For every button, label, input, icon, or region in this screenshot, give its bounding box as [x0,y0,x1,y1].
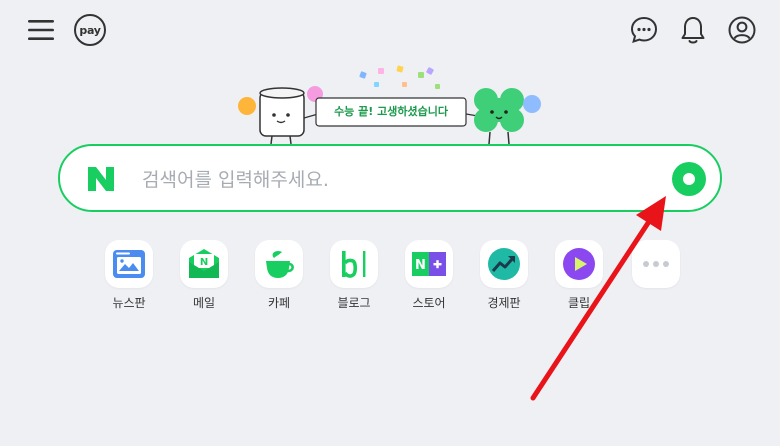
service-more[interactable] [618,240,694,288]
pay-label: pay [79,23,101,37]
search-input[interactable] [140,162,644,198]
svg-text:N: N [200,257,208,268]
search-circle-icon [683,173,695,185]
svg-text:N: N [415,258,426,273]
menu-icon[interactable] [26,16,56,44]
mail-icon: N [189,249,219,278]
service-cafe[interactable]: 카페 [241,240,317,311]
service-cafe-label: 카페 [267,296,291,310]
service-blog-label: 블로그 [337,296,371,310]
service-mail[interactable]: N 메일 [166,240,242,311]
notification-bell-icon[interactable] [677,14,709,46]
service-mail-label: 메일 [192,296,216,310]
service-finance[interactable]: 경제판 [466,240,542,311]
service-store[interactable]: N 스토어 [391,240,467,311]
naver-logo-icon [86,166,116,192]
finance-chart-icon [488,248,520,280]
service-blog[interactable]: 블로그 [316,240,392,311]
service-news[interactable]: 뉴스판 [91,240,167,311]
doodle-banner-text: 수능 끝! 고생하셨습니다 [334,105,448,118]
service-news-label: 뉴스판 [112,296,146,310]
doodle-banner[interactable]: 수능 끝! 고생하셨습니다 [230,60,550,144]
service-clip-label: 클립 [567,296,591,310]
search-box[interactable] [58,144,722,212]
profile-icon[interactable] [726,14,758,46]
more-dots-icon [643,261,669,267]
service-finance-label: 경제판 [487,296,521,310]
service-clip[interactable]: 클립 [541,240,617,311]
service-store-label: 스토어 [412,296,446,310]
naver-pay-button[interactable]: pay [74,14,106,46]
cafe-icon [266,251,294,278]
talk-icon[interactable] [628,14,660,46]
blog-icon [342,251,366,278]
search-button[interactable] [672,162,706,196]
store-icon: N [412,252,446,276]
clip-play-icon [563,248,595,280]
news-icon [113,250,145,278]
